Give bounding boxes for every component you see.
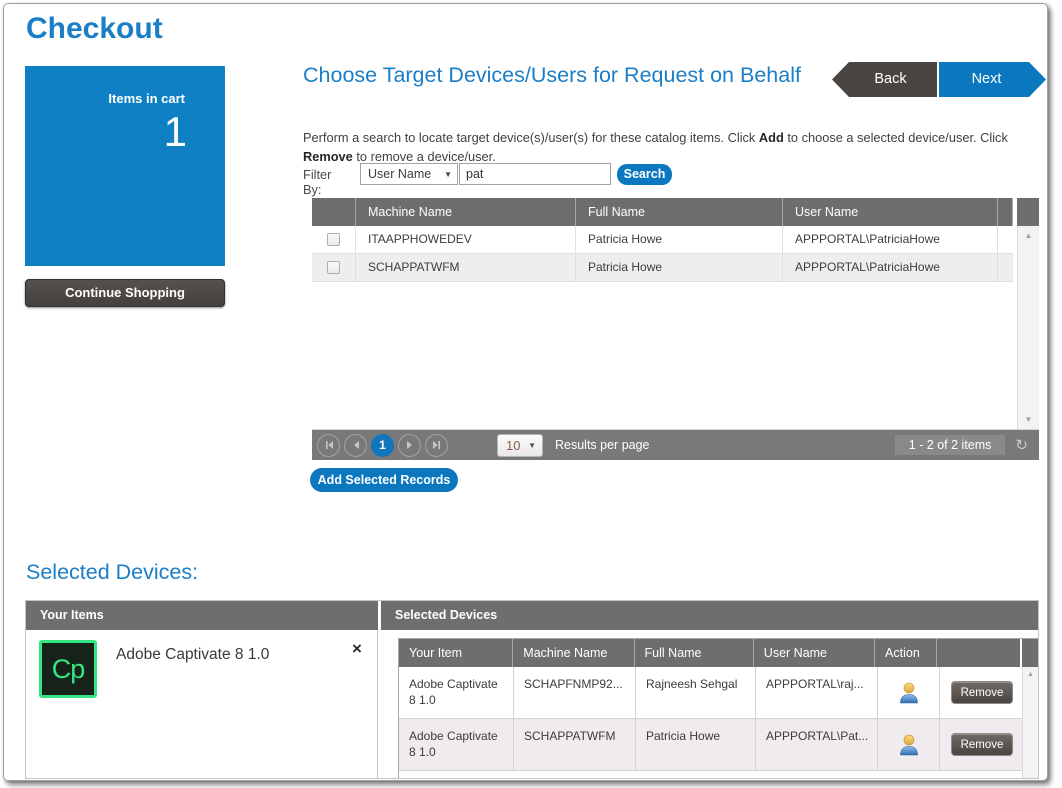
chevron-down-icon: ▼ [444, 170, 452, 179]
selected-devices-grid: Your Item Machine Name Full Name User Na… [398, 638, 1039, 779]
refresh-icon[interactable]: ↻ [1015, 436, 1028, 454]
selected-devices-header: Selected Devices [381, 601, 1038, 630]
remove-button[interactable]: Remove [951, 733, 1013, 756]
close-icon[interactable]: × [352, 640, 362, 657]
cell-machine-name: SCHAPFNMP92... [514, 667, 636, 718]
table-row: Adobe Captivate 8 1.0 SCHAPPATWFM Patric… [399, 719, 1024, 771]
row-checkbox[interactable] [327, 261, 340, 274]
previous-page-button[interactable] [344, 434, 367, 457]
continue-shopping-button[interactable]: Continue Shopping [25, 279, 225, 307]
cell-machine-name: SCHAPPATWFM [356, 254, 576, 281]
selected-grid-header: Your Item Machine Name Full Name User Na… [399, 639, 1038, 667]
cell-your-item: Adobe Captivate 8 1.0 [399, 667, 514, 718]
header-machine-name[interactable]: Machine Name [356, 198, 576, 226]
remove-button[interactable]: Remove [951, 681, 1013, 704]
chevron-down-icon: ▼ [528, 441, 536, 450]
grid-body: ITAAPPHOWEDEV Patricia Howe APPPORTAL\Pa… [312, 226, 1039, 430]
cart-item-name: Adobe Captivate 8 1.0 [116, 646, 269, 664]
header-machine-name[interactable]: Machine Name [513, 639, 634, 667]
user-icon [899, 682, 919, 704]
table-row[interactable]: ITAAPPHOWEDEV Patricia Howe APPPORTAL\Pa… [312, 226, 1013, 254]
scroll-down-icon[interactable]: ▼ [1018, 415, 1039, 424]
section-heading: Choose Target Devices/Users for Request … [303, 62, 863, 88]
header-spacer-column [998, 198, 1013, 226]
selected-grid-scrollbar[interactable]: ▲ [1022, 667, 1038, 779]
last-page-button[interactable] [425, 434, 448, 457]
next-page-button[interactable] [398, 434, 421, 457]
your-items-panel: Cp Adobe Captivate 8 1.0 × [26, 630, 378, 778]
instructions-bold-remove: Remove [303, 149, 353, 164]
current-page-button[interactable]: 1 [371, 434, 394, 457]
header-scrollbar-cap [1017, 198, 1039, 226]
next-button[interactable]: Next [939, 62, 1046, 97]
instructions-part2: to choose a selected device/user. Click [784, 130, 1008, 145]
header-remove-column [937, 639, 1020, 667]
cell-machine-name: SCHAPPATWFM [514, 719, 636, 770]
cart-summary-box: Items in cart 1 [25, 66, 225, 266]
items-range-label: 1 - 2 of 2 items [895, 435, 1006, 455]
table-row[interactable]: SCHAPPATWFM Patricia Howe APPPORTAL\Patr… [312, 254, 1013, 282]
cell-user-name: APPPORTAL\raj... [756, 667, 878, 718]
cell-full-name: Rajneesh Sehgal [636, 667, 756, 718]
cell-user-name: APPPORTAL\PatriciaHowe [783, 254, 998, 281]
instructions-bold-add: Add [759, 130, 784, 145]
search-button[interactable]: Search [617, 164, 672, 185]
search-input[interactable] [459, 163, 611, 185]
header-scrollbar-cap [1022, 639, 1038, 667]
cell-your-item: Adobe Captivate 8 1.0 [399, 719, 514, 770]
instructions-part3: to remove a device/user. [353, 149, 496, 164]
your-items-header: Your Items [26, 601, 378, 630]
header-checkbox-column [312, 198, 356, 226]
row-checkbox[interactable] [327, 233, 340, 246]
results-per-page-label: Results per page [555, 438, 650, 452]
first-page-button[interactable] [317, 434, 340, 457]
header-your-item[interactable]: Your Item [399, 639, 513, 667]
table-row: Adobe Captivate 8 1.0 SCHAPFNMP92... Raj… [399, 667, 1024, 719]
page-title: Checkout [26, 12, 163, 46]
cell-full-name: Patricia Howe [636, 719, 756, 770]
captivate-app-icon: Cp [39, 640, 97, 698]
header-user-name[interactable]: User Name [783, 198, 998, 226]
back-button[interactable]: Back [832, 62, 937, 97]
add-selected-records-button[interactable]: Add Selected Records [310, 468, 458, 492]
cart-count: 1 [164, 108, 187, 156]
page-size-select[interactable]: 10 ▼ [497, 434, 543, 457]
instructions-text: Perform a search to locate target device… [303, 128, 1040, 166]
scroll-up-icon[interactable]: ▲ [1023, 671, 1038, 678]
cell-user-name: APPPORTAL\Pat... [756, 719, 878, 770]
cell-full-name: Patricia Howe [576, 226, 783, 253]
instructions-part1: Perform a search to locate target device… [303, 130, 759, 145]
cart-label: Items in cart [108, 91, 185, 106]
filter-field-select[interactable]: User Name ▼ [360, 163, 458, 185]
user-icon [899, 734, 919, 756]
device-search-grid: Machine Name Full Name User Name ITAAPPH… [312, 198, 1039, 460]
scroll-up-icon[interactable]: ▲ [1018, 231, 1039, 240]
cell-machine-name: ITAAPPHOWEDEV [356, 226, 576, 253]
cell-full-name: Patricia Howe [576, 254, 783, 281]
header-full-name[interactable]: Full Name [576, 198, 783, 226]
cell-user-name: APPPORTAL\PatriciaHowe [783, 226, 998, 253]
header-user-name[interactable]: User Name [754, 639, 875, 667]
filter-by-label: Filter By: [303, 167, 331, 197]
selected-grid-body: Adobe Captivate 8 1.0 SCHAPFNMP92... Raj… [399, 667, 1038, 779]
header-action[interactable]: Action [875, 639, 937, 667]
grid-scrollbar[interactable]: ▲ ▼ [1017, 226, 1039, 429]
filter-field-value: User Name [368, 167, 431, 181]
grid-pager: 1 10 ▼ Results per page 1 - 2 of 2 items… [312, 430, 1039, 460]
selected-devices-panel: Your Items Selected Devices Cp Adobe Cap… [25, 600, 1039, 779]
header-full-name[interactable]: Full Name [635, 639, 754, 667]
page-size-value: 10 [506, 438, 520, 453]
grid-header: Machine Name Full Name User Name [312, 198, 1039, 226]
selected-devices-heading: Selected Devices: [26, 560, 198, 585]
